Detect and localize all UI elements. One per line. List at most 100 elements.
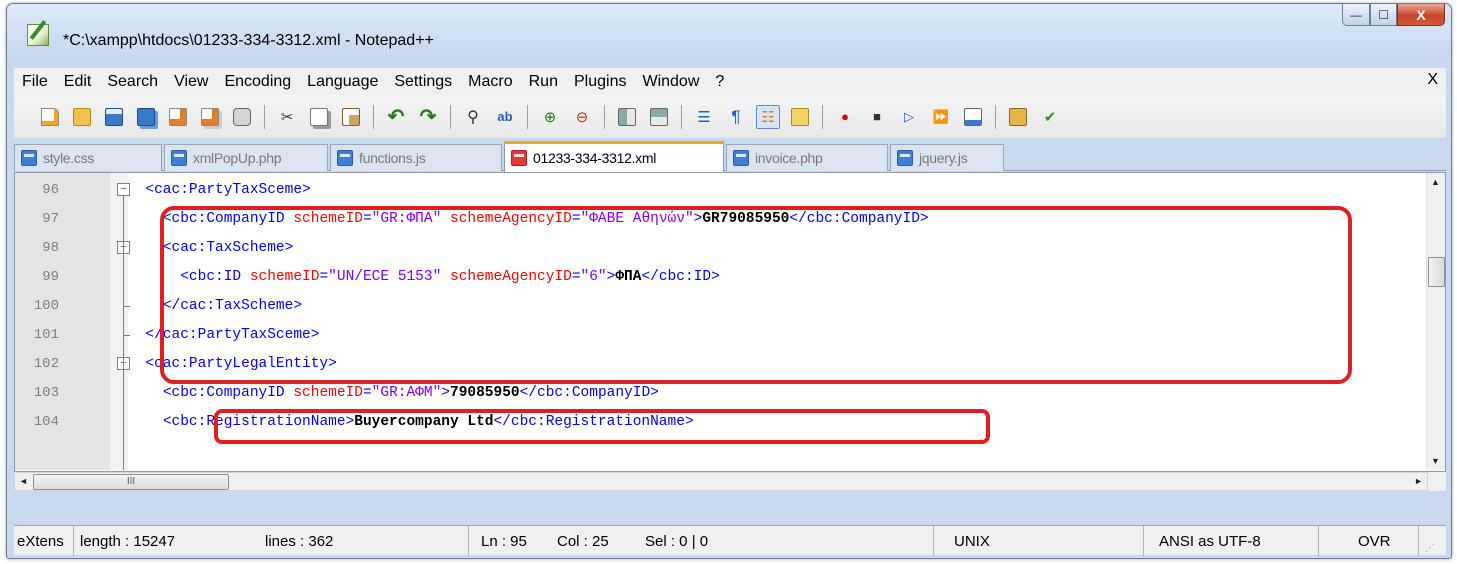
zoom-out-button[interactable]: ⊖ bbox=[570, 105, 594, 129]
window-title: *C:\xampp\htdocs\01233-334-3312.xml - No… bbox=[63, 32, 434, 49]
tab-functions-js[interactable]: functions.js bbox=[330, 144, 502, 171]
cut-icon: ✂ bbox=[280, 108, 294, 126]
menu-plugins[interactable]: Plugins bbox=[566, 73, 634, 91]
minimize-button[interactable]: — bbox=[1342, 4, 1370, 26]
menu-language[interactable]: Language bbox=[299, 73, 386, 91]
toolbar-separator bbox=[264, 104, 265, 129]
cut-button[interactable]: ✂ bbox=[275, 105, 299, 129]
save-button[interactable] bbox=[102, 105, 126, 129]
undo-button[interactable]: ↶ bbox=[384, 105, 408, 129]
run-macro-multiple-button[interactable]: ⏩ bbox=[929, 105, 953, 129]
close-all-icon bbox=[201, 107, 219, 126]
close-icon: X bbox=[1416, 6, 1426, 23]
vertical-scrollbar[interactable]: ▲ ▼ bbox=[1426, 173, 1445, 470]
tab-invoice-php[interactable]: invoice.php bbox=[726, 144, 888, 171]
new-file-button[interactable] bbox=[38, 105, 62, 129]
menu-window[interactable]: Window bbox=[634, 73, 707, 91]
scroll-down-icon[interactable]: ▼ bbox=[1431, 456, 1440, 466]
scroll-left-icon[interactable]: ◄ bbox=[19, 476, 28, 486]
close-all-button[interactable] bbox=[198, 105, 222, 129]
notepadpp-app-icon bbox=[27, 24, 49, 46]
play-macro-button[interactable]: ▷ bbox=[897, 105, 921, 129]
menu-settings[interactable]: Settings bbox=[386, 73, 460, 91]
close-document-button[interactable]: X bbox=[1427, 71, 1438, 89]
copy-button[interactable] bbox=[307, 105, 331, 129]
status-col: Col : 25 bbox=[557, 532, 609, 550]
sync-vertical-button[interactable] bbox=[615, 105, 639, 129]
toolbar: ✂ ↶ ↷ ⚲ ab ⊕ ⊖ ☰ ¶ ☷ ● ■ ▷ ⏩ ✔ bbox=[14, 95, 1446, 138]
code-line[interactable]: 96 <cac:PartyTaxSceme> bbox=[15, 175, 1415, 204]
print-button[interactable] bbox=[230, 105, 254, 129]
scroll-up-icon[interactable]: ▲ bbox=[1431, 177, 1440, 187]
sync-horizontal-button[interactable] bbox=[647, 105, 671, 129]
menu-encoding[interactable]: Encoding bbox=[216, 73, 299, 91]
menu-macro[interactable]: Macro bbox=[460, 73, 520, 91]
status-length: length : 15247 bbox=[80, 532, 176, 550]
tab-jquery-js[interactable]: jquery.js bbox=[890, 144, 1004, 171]
menu-run[interactable]: Run bbox=[521, 73, 566, 91]
line-number: 101 bbox=[33, 326, 59, 343]
maximize-button[interactable]: ☐ bbox=[1370, 4, 1397, 26]
token-tag: > bbox=[441, 384, 450, 401]
paste-button[interactable] bbox=[339, 105, 363, 129]
code-editor[interactable]: ▲ ▼ 96 <cac:PartyTaxSceme> −97 <cbc:Compa… bbox=[14, 172, 1446, 472]
maximize-icon: ☐ bbox=[1378, 7, 1389, 22]
saved-file-icon bbox=[897, 150, 913, 166]
scrollbar-corner bbox=[1428, 472, 1446, 491]
code-text: <cbc:CompanyID schemeID="GR:ΑΦΜ">7908595… bbox=[128, 385, 659, 401]
toolbar-separator bbox=[527, 104, 528, 129]
resize-grip-icon[interactable]: ⋰ bbox=[1419, 526, 1446, 556]
redo-button[interactable]: ↷ bbox=[416, 105, 440, 129]
status-sel: Sel : 0 | 0 bbox=[639, 526, 934, 556]
launch-run-button[interactable] bbox=[1006, 105, 1030, 129]
title-bar[interactable]: *C:\xampp\htdocs\01233-334-3312.xml - No… bbox=[7, 4, 1451, 61]
horizontal-scrollbar[interactable]: ◄ III ► bbox=[14, 472, 1428, 491]
close-button[interactable]: X bbox=[1397, 4, 1445, 26]
tab-style-css[interactable]: style.css bbox=[14, 144, 162, 171]
print-icon bbox=[233, 107, 251, 126]
menu-view[interactable]: View bbox=[166, 73, 216, 91]
scroll-right-icon[interactable]: ► bbox=[1414, 476, 1423, 486]
save-all-button[interactable] bbox=[134, 105, 158, 129]
tab-01233-334-3312-xml[interactable]: 01233-334-3312.xml bbox=[504, 141, 724, 172]
indent-guide-icon: ☷ bbox=[761, 108, 775, 126]
menu-search[interactable]: Search bbox=[99, 73, 166, 91]
status-bar: eXtens length : 15247 lines : 362 Ln : 9… bbox=[14, 525, 1446, 556]
paste-icon bbox=[342, 107, 360, 126]
spellcheck-button[interactable]: ✔ bbox=[1038, 105, 1062, 129]
menu-edit[interactable]: Edit bbox=[56, 73, 100, 91]
minimize-icon: — bbox=[1350, 7, 1362, 22]
record-macro-button[interactable]: ● bbox=[833, 105, 857, 129]
token-tag: </cbc:CompanyID> bbox=[519, 384, 659, 401]
token-attr: schemeID bbox=[293, 384, 363, 401]
zoom-in-button[interactable]: ⊕ bbox=[538, 105, 562, 129]
close-file-button[interactable] bbox=[166, 105, 190, 129]
horizontal-scroll-thumb[interactable]: III bbox=[33, 474, 229, 490]
word-wrap-button[interactable]: ☰ bbox=[692, 105, 716, 129]
line-number: 103 bbox=[33, 384, 59, 401]
stop-macro-button[interactable]: ■ bbox=[865, 105, 889, 129]
vertical-scroll-thumb[interactable] bbox=[1428, 257, 1445, 287]
status-insert-mode[interactable]: OVR bbox=[1319, 526, 1419, 556]
line-number: 104 bbox=[33, 413, 59, 430]
doc-map-icon bbox=[791, 107, 809, 126]
highlight-company-id bbox=[214, 409, 990, 444]
save-all-icon bbox=[137, 107, 155, 126]
saved-file-icon bbox=[337, 150, 353, 166]
show-all-chars-button[interactable]: ¶ bbox=[724, 105, 748, 129]
replace-button[interactable]: ab bbox=[493, 105, 517, 129]
doc-map-button[interactable] bbox=[788, 105, 812, 129]
tab-label: functions.js bbox=[359, 150, 426, 166]
find-button[interactable]: ⚲ bbox=[461, 105, 485, 129]
menu-file[interactable]: File bbox=[14, 73, 56, 91]
save-macro-button[interactable] bbox=[961, 105, 985, 129]
open-file-button[interactable] bbox=[70, 105, 94, 129]
menu-help[interactable]: ? bbox=[707, 73, 732, 91]
indent-guide-button[interactable]: ☷ bbox=[756, 104, 780, 129]
highlight-party-tax-scheme bbox=[160, 206, 1352, 384]
tab-xmlpopup-php[interactable]: xmlPopUp.php bbox=[164, 144, 328, 171]
toolbar-separator bbox=[373, 104, 374, 129]
